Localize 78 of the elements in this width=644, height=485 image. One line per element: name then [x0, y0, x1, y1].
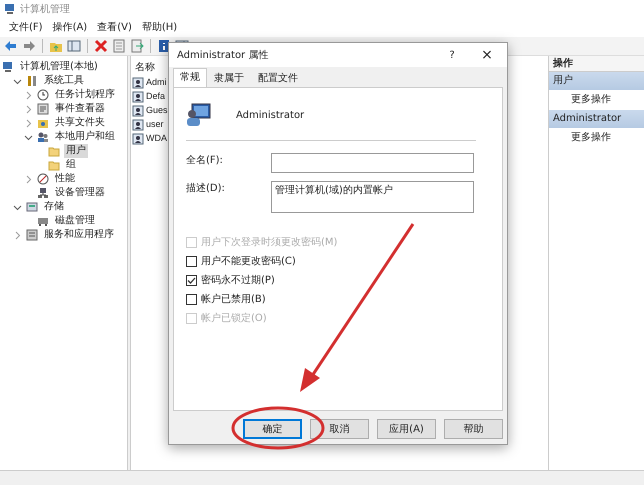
- console-tree-icon[interactable]: [67, 39, 81, 53]
- checkbox[interactable]: [186, 256, 197, 267]
- user-icon: [132, 91, 144, 103]
- tree-item[interactable]: 共享文件夹: [53, 116, 107, 130]
- list-item[interactable]: user: [146, 118, 164, 132]
- dialog-button[interactable]: 取消: [310, 419, 369, 439]
- storage-icon: [26, 201, 38, 213]
- field-label: 全名(F):: [186, 154, 224, 168]
- list-item[interactable]: Defa: [146, 90, 166, 104]
- users-icon: [37, 131, 49, 143]
- tree-item[interactable]: 本地用户和组: [53, 130, 117, 144]
- checkbox-label[interactable]: 密码永不过期(P): [201, 273, 275, 288]
- tree-item[interactable]: 系统工具: [42, 74, 86, 88]
- window-title: 计算机管理: [20, 2, 70, 16]
- event-log-icon: [37, 103, 49, 115]
- field-label: 描述(D):: [186, 182, 226, 196]
- checkbox-label[interactable]: 用户不能更改密码(C): [201, 254, 296, 269]
- tree-item[interactable]: 性能: [53, 172, 77, 186]
- text-field[interactable]: 管理计算机(域)的内置帐户: [271, 181, 474, 213]
- actions-section[interactable]: Administrator: [549, 110, 644, 128]
- tab[interactable]: 隶属于: [207, 70, 251, 87]
- tree-item[interactable]: 组: [64, 158, 78, 172]
- menu-item[interactable]: 操作(A): [48, 18, 92, 37]
- device-icon: [37, 187, 49, 199]
- forward-icon[interactable]: [22, 39, 36, 53]
- action-link[interactable]: 更多操作: [549, 90, 644, 110]
- checkbox[interactable]: [186, 275, 197, 286]
- user-icon: [132, 77, 144, 89]
- actions-section[interactable]: 用户: [549, 72, 644, 90]
- delete-icon[interactable]: [94, 39, 108, 53]
- list-item[interactable]: Gues: [146, 104, 168, 118]
- menu-item[interactable]: 文件(F): [4, 18, 48, 37]
- dialog-button[interactable]: 确定: [243, 419, 302, 439]
- export-icon[interactable]: [130, 39, 144, 53]
- close-button[interactable]: ×: [467, 44, 507, 66]
- tree-item[interactable]: 用户: [64, 144, 88, 158]
- tab[interactable]: 配置文件: [251, 70, 305, 87]
- shared-folder-icon: [37, 117, 49, 129]
- help-button[interactable]: ?: [437, 48, 467, 62]
- dialog-title: Administrator 属性: [177, 48, 270, 62]
- tree-item[interactable]: 存储: [42, 200, 66, 214]
- user-icon: [132, 119, 144, 131]
- user-icon: [132, 133, 144, 145]
- gauge-icon: [37, 173, 49, 185]
- checkbox-label: 帐户已锁定(O): [201, 312, 267, 326]
- user-name: Administrator: [236, 108, 304, 122]
- services-icon: [26, 229, 38, 241]
- dialog-button[interactable]: 应用(A): [377, 419, 436, 439]
- back-icon[interactable]: [4, 39, 18, 53]
- checkbox-label[interactable]: 帐户已禁用(B): [201, 292, 266, 307]
- tree-item[interactable]: 磁盘管理: [53, 214, 97, 228]
- tree-item[interactable]: 设备管理器: [53, 186, 107, 200]
- list-item[interactable]: WDA: [146, 132, 167, 146]
- text-field[interactable]: [271, 153, 474, 173]
- menu-item[interactable]: 查看(V): [92, 18, 137, 37]
- folder-icon: [48, 159, 60, 171]
- menu-item[interactable]: 帮助(H): [136, 18, 182, 37]
- computer-icon: [2, 61, 14, 73]
- tree-item[interactable]: 服务和应用程序: [42, 228, 116, 242]
- checkbox[interactable]: [186, 294, 197, 305]
- tree-item[interactable]: 计算机管理(本地): [18, 60, 100, 74]
- column-header: 名称: [134, 61, 156, 75]
- tree-item[interactable]: 任务计划程序: [53, 88, 117, 102]
- checkbox-label: 用户下次登录时须更改密码(M): [201, 236, 338, 250]
- actions-header: 操作: [549, 56, 644, 72]
- tools-icon: [26, 75, 38, 87]
- dialog-button[interactable]: 帮助: [444, 419, 503, 439]
- list-item[interactable]: Admi: [146, 76, 167, 90]
- tab[interactable]: 常规: [173, 68, 207, 87]
- user-computer-icon: [186, 102, 212, 128]
- user-icon: [132, 105, 144, 117]
- folder-icon: [48, 145, 60, 157]
- help-icon[interactable]: [157, 39, 171, 53]
- properties-icon[interactable]: [112, 39, 126, 53]
- clock-icon: [37, 89, 49, 101]
- tree-item[interactable]: 事件查看器: [53, 102, 107, 116]
- app-icon: [4, 3, 16, 15]
- action-link[interactable]: 更多操作: [549, 128, 644, 148]
